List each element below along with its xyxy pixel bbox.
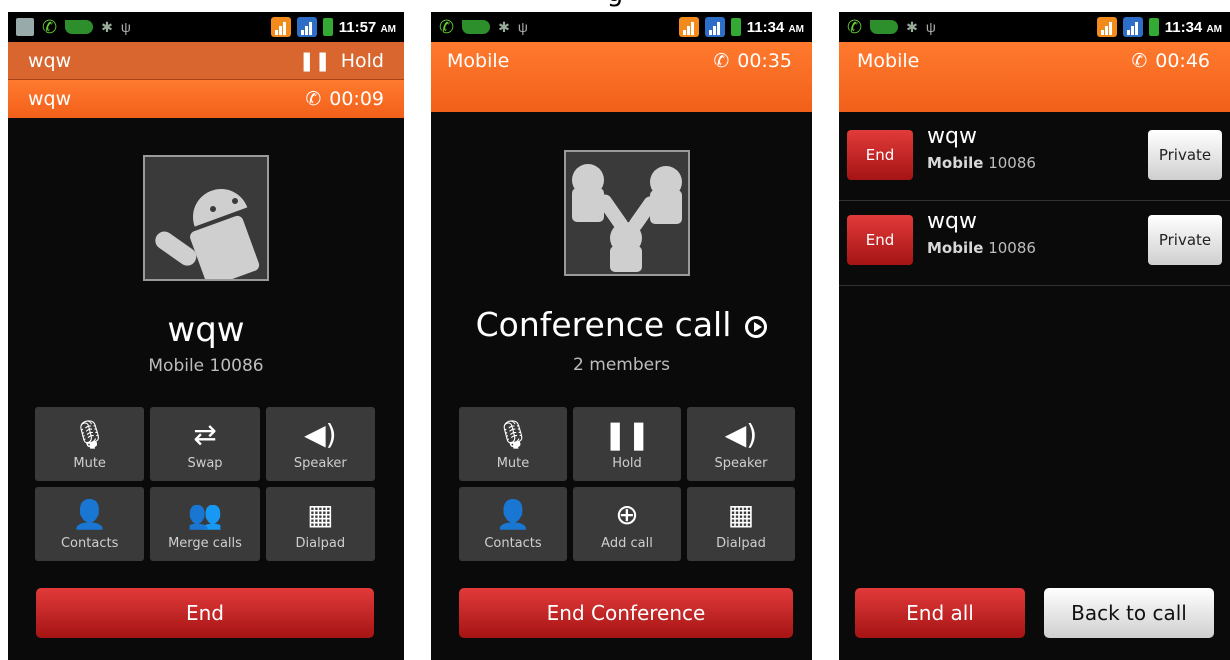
swap-button[interactable]: ⇄ Swap [150, 407, 260, 481]
dialpad-icon: ▦ [727, 497, 755, 531]
speaker-icon: ◀) [304, 417, 337, 451]
phone-icon: ✆ [847, 17, 863, 37]
pea-icon [870, 20, 899, 34]
call-controls: 🎙 Mute ❚❚ Hold ◀) Speaker 👤 Contacts ⊕ Add ca… [459, 407, 795, 561]
end-member-button[interactable]: End [847, 215, 913, 265]
speaker-button[interactable]: ◀) Speaker [687, 407, 795, 481]
android-icon: ✱ [101, 18, 113, 35]
call-controls: 🎙 Mute ⇄ Swap ◀) Speaker 👤 Contacts 👥 Merge c… [35, 407, 375, 561]
conference-member-row: End wqw Mobile 10086 Private [839, 201, 1230, 286]
dialpad-button[interactable]: ▦ Dialpad [265, 487, 375, 561]
hold-button[interactable]: ❚❚ Hold [573, 407, 681, 481]
dialpad-button[interactable]: ▦ Dialpad [687, 487, 795, 561]
status-bar: ✆ ✱ ψ 11:34 AM [431, 12, 812, 42]
held-caller-name: wqw [28, 49, 72, 72]
contacts-icon: 👤 [495, 497, 531, 531]
merge-calls-button[interactable]: 👥 Merge calls [150, 487, 260, 561]
end-member-button[interactable]: End [847, 130, 913, 180]
mute-icon: 🎙 [71, 417, 108, 451]
conference-avatar [564, 150, 690, 276]
status-bar: ✆ ✱ ψ 11:34 AM [839, 12, 1230, 42]
screen-call-on-hold: ✆ ✱ ψ 11:57 AM wqw ❚❚ Hold wqw ✆ 00:09 w… [8, 12, 404, 660]
signal-icon [296, 17, 317, 37]
end-conference-button[interactable]: End Conference [459, 588, 793, 638]
mute-icon: 🎙 [495, 417, 531, 451]
avatar [143, 155, 269, 287]
android-icon: ✱ [906, 18, 918, 35]
call-bar: Mobile ✆ 00:46 [839, 42, 1230, 112]
speaker-button[interactable]: ◀) Speaker [265, 407, 375, 481]
call-timer: ✆ 00:09 [305, 88, 384, 110]
call-timer: ✆ 00:46 [1131, 50, 1210, 72]
signal-icon [270, 17, 291, 37]
dialpad-icon: ▦ [307, 497, 334, 531]
hold-icon: ❚❚ [298, 49, 331, 72]
signal-icon [1122, 17, 1143, 37]
hold-status: ❚❚ Hold [298, 49, 384, 72]
clock: 11:34 AM [1164, 18, 1222, 36]
private-button[interactable]: Private [1148, 130, 1222, 180]
end-all-button[interactable]: End all [855, 588, 1025, 638]
usb-icon: ψ [517, 19, 528, 35]
usb-icon: ψ [120, 19, 131, 35]
battery-icon [322, 18, 333, 36]
member-count: 2 members [573, 355, 670, 375]
member-number: Mobile 10086 [927, 239, 1036, 257]
pea-icon [462, 20, 491, 34]
usb-icon: ψ [925, 19, 936, 35]
clock: 11:34 AM [746, 18, 804, 36]
add-call-icon: ⊕ [615, 497, 639, 531]
member-name: wqw [927, 209, 977, 234]
signal-icon [678, 17, 699, 37]
mute-button[interactable]: 🎙 Mute [35, 407, 145, 481]
phone-icon: ✆ [1131, 50, 1148, 72]
back-to-call-button[interactable]: Back to call [1044, 588, 1214, 638]
caller-name: wqw [167, 310, 245, 350]
end-call-button[interactable]: End [36, 588, 374, 638]
merge-icon: 👥 [187, 497, 223, 531]
message-icon [16, 18, 34, 36]
play-icon[interactable] [745, 315, 768, 338]
caller-number: Mobile 10086 [148, 356, 264, 376]
mute-button[interactable]: 🎙 Mute [459, 407, 567, 481]
phone-icon: ✆ [439, 17, 455, 37]
member-name: wqw [927, 124, 977, 149]
battery-icon [1148, 18, 1159, 36]
call-type-label: Mobile [857, 50, 920, 72]
held-call-bar[interactable]: wqw ❚❚ Hold [8, 42, 404, 80]
private-button[interactable]: Private [1148, 215, 1222, 265]
active-caller-name: wqw [28, 88, 72, 110]
speaker-icon: ◀) [724, 417, 758, 451]
contacts-icon: 👤 [72, 497, 108, 531]
pea-icon [65, 20, 94, 34]
conference-title: Conference call [431, 305, 812, 344]
phone-icon: ✆ [305, 88, 322, 110]
contacts-button[interactable]: 👤 Contacts [459, 487, 567, 561]
signal-icon [1096, 17, 1117, 37]
call-bar: Mobile ✆ 00:35 [431, 42, 812, 112]
phone-icon: ✆ [713, 50, 730, 72]
add-call-button[interactable]: ⊕ Add call [573, 487, 681, 561]
signal-icon [704, 17, 725, 37]
call-type-label: Mobile [447, 50, 510, 72]
caption: g [0, 0, 1230, 8]
status-bar: ✆ ✱ ψ 11:57 AM [8, 12, 404, 42]
member-number: Mobile 10086 [927, 154, 1036, 172]
battery-icon [730, 18, 741, 36]
call-timer: ✆ 00:35 [713, 50, 792, 72]
clock: 11:57 AM [338, 18, 396, 36]
hold-icon: ❚❚ [603, 417, 651, 451]
swap-icon: ⇄ [193, 417, 217, 451]
conference-member-row: End wqw Mobile 10086 Private [839, 116, 1230, 201]
active-call-bar: wqw ✆ 00:09 [8, 80, 404, 118]
screen-conference-call: ✆ ✱ ψ 11:34 AM Mobile ✆00:35 Conference [431, 12, 812, 660]
contacts-button[interactable]: 👤 Contacts [35, 487, 145, 561]
screen-manage-conference: ✆ ✱ ψ 11:34 AM Mobile ✆ 00:46 End wqw Mob… [839, 12, 1230, 660]
phone-icon: ✆ [42, 17, 58, 37]
android-icon: ✱ [498, 18, 510, 35]
